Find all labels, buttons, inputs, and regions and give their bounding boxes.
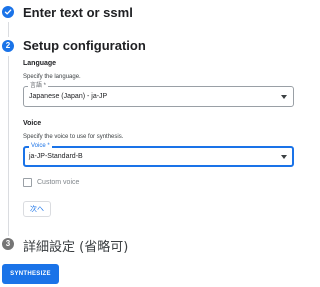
step-3-number-badge: 3 — [2, 238, 14, 250]
voice-field-label: Voice * — [29, 142, 52, 151]
voice-select[interactable]: Voice * ja-JP-Standard-B — [23, 142, 294, 167]
language-helper-text: Specify the language. — [23, 74, 81, 80]
voice-select-value: ja-JP-Standard-B — [29, 153, 83, 160]
custom-voice-label[interactable]: Custom voice — [37, 179, 79, 186]
dropdown-arrow-icon — [281, 155, 287, 159]
step-2-title: Setup configuration — [23, 38, 146, 53]
check-icon — [4, 9, 12, 15]
language-select-value: Japanese (Japan) - ja-JP — [29, 93, 108, 100]
step-connector — [8, 22, 9, 37]
synthesize-button[interactable]: SYNTHESIZE — [2, 264, 59, 284]
voice-helper-text: Specify the voice to use for synthesis. — [23, 134, 124, 140]
custom-voice-checkbox[interactable] — [23, 178, 32, 187]
dropdown-arrow-icon — [281, 95, 287, 99]
language-section-label: Language — [23, 60, 57, 67]
step-connector — [8, 56, 9, 236]
step-3-title[interactable]: 詳細設定 (省略可) — [23, 236, 128, 255]
step-1-check-icon[interactable] — [2, 6, 14, 18]
language-field-label: 言語 * — [28, 82, 49, 91]
step-2-number-badge: 2 — [2, 40, 14, 52]
next-button[interactable]: 次へ — [23, 201, 51, 217]
language-select[interactable]: 言語 * Japanese (Japan) - ja-JP — [23, 82, 294, 107]
synthesis-form: Enter text or ssml 2 Setup configuration… — [0, 0, 300, 287]
step-1-title[interactable]: Enter text or ssml — [23, 5, 133, 20]
voice-section-label: Voice — [23, 120, 42, 127]
